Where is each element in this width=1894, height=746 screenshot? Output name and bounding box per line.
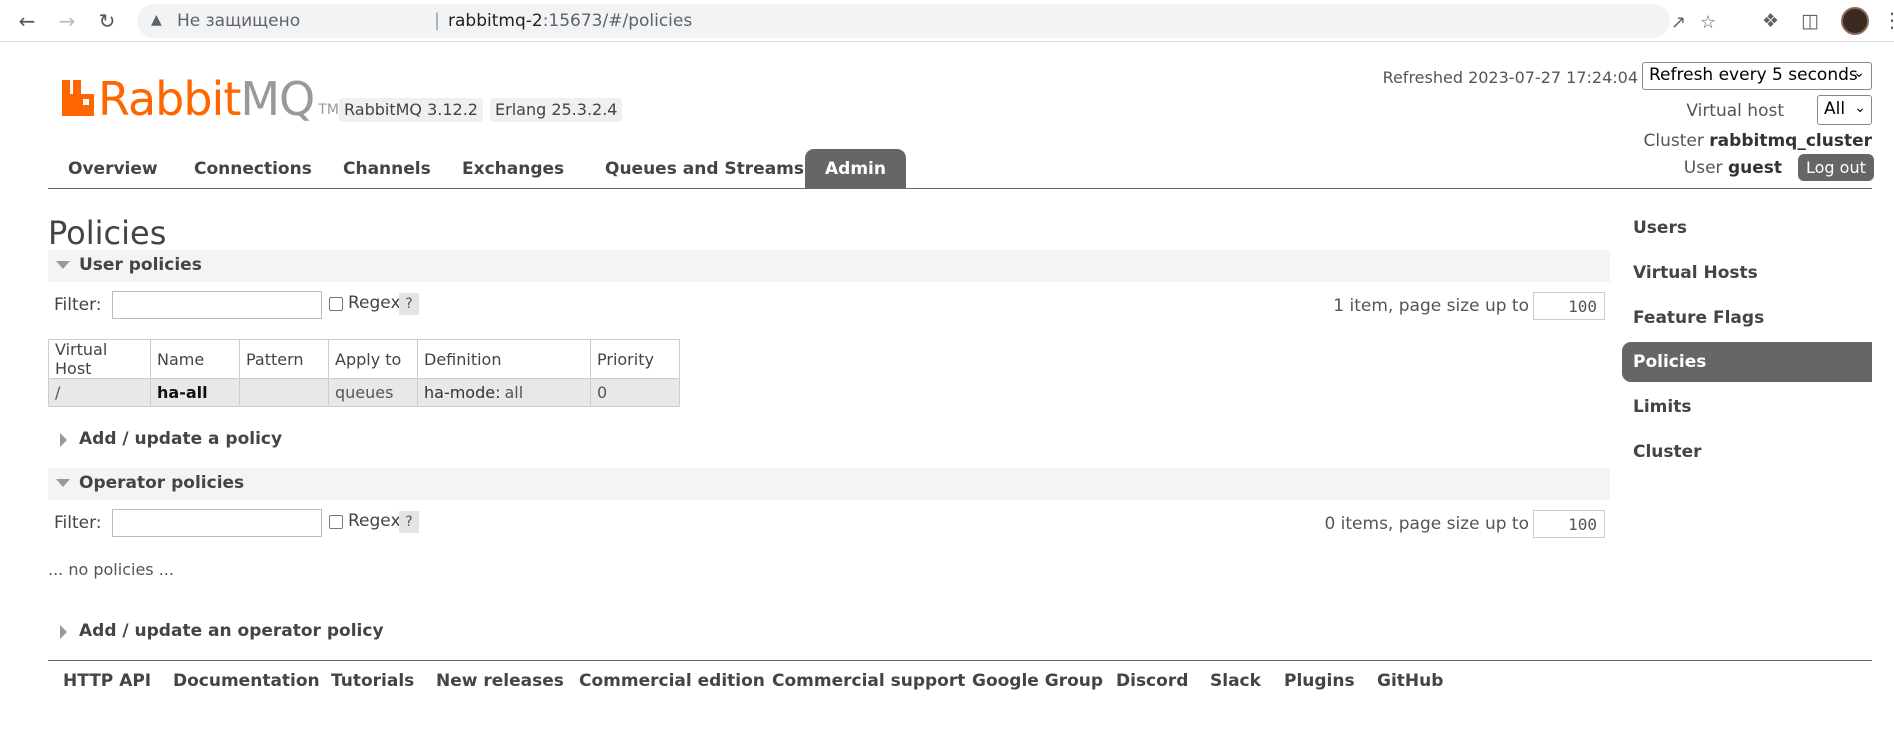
expanded-triangle-icon	[56, 479, 70, 487]
virtual-host-label: Virtual host	[1686, 101, 1784, 121]
url-text[interactable]: rabbitmq-2:15673/#/policies	[448, 11, 692, 31]
filter-label: Filter:	[54, 513, 102, 533]
cluster-name: rabbitmq_cluster	[1709, 131, 1872, 151]
side-panel-icon[interactable]: ◫	[1801, 10, 1819, 32]
warning-triangle-icon: ▲	[151, 12, 162, 28]
cell-definition: ha-mode: all	[417, 378, 591, 407]
user-policies-header[interactable]: User policies	[48, 250, 1610, 282]
bookmark-star-icon[interactable]: ☆	[1700, 12, 1716, 33]
tab-exchanges[interactable]: Exchanges	[442, 149, 584, 188]
filter-label: Filter:	[54, 295, 102, 315]
extensions-puzzle-icon[interactable]: ❖	[1762, 10, 1779, 32]
page-title: Policies	[48, 214, 167, 252]
footer-link-tutorials[interactable]: Tutorials	[331, 671, 414, 691]
item-count-label: 1 item, page size up to	[1333, 296, 1529, 316]
tab-channels[interactable]: Channels	[323, 149, 451, 188]
footer-link-google-group[interactable]: Google Group	[972, 671, 1103, 691]
tab-connections[interactable]: Connections	[174, 149, 332, 188]
operator-policies-regex-checkbox[interactable]	[329, 515, 343, 529]
footer-link-slack[interactable]: Slack	[1210, 671, 1261, 691]
profile-avatar[interactable]	[1841, 7, 1869, 35]
column-header[interactable]: Virtual Host	[48, 339, 151, 379]
virtual-host-select[interactable]: All ⌄	[1817, 95, 1872, 125]
column-header[interactable]: Definition	[417, 339, 591, 379]
sidebar-item-virtual-hosts[interactable]: Virtual Hosts	[1622, 253, 1872, 293]
item-count-label: 0 items, page size up to	[1324, 514, 1529, 534]
regex-help-button[interactable]: ?	[399, 293, 419, 315]
user-policies-filter-input[interactable]	[112, 291, 322, 319]
forward-arrow-icon[interactable]: →	[56, 10, 78, 32]
sidebar-item-users[interactable]: Users	[1622, 208, 1872, 248]
refresh-interval-select[interactable]: Refresh every 5 seconds ⌄	[1642, 62, 1872, 90]
regex-label: Regex	[348, 293, 401, 313]
user-policies-page-size-input[interactable]: 100	[1533, 292, 1605, 320]
sidebar-item-limits[interactable]: Limits	[1622, 387, 1872, 427]
table-header-row: Virtual Host Name Pattern Apply to Defin…	[48, 339, 680, 379]
footer-link-plugins[interactable]: Plugins	[1284, 671, 1355, 691]
operator-policies-page-size-input[interactable]: 100	[1533, 510, 1605, 538]
collapsed-triangle-icon	[60, 625, 67, 639]
security-label[interactable]: Не защищено	[177, 11, 300, 31]
footer-link-discord[interactable]: Discord	[1116, 671, 1188, 691]
back-arrow-icon[interactable]: ←	[16, 10, 38, 32]
refreshed-timestamp: Refreshed 2023-07-27 17:24:04	[1382, 68, 1638, 87]
footer-link-github[interactable]: GitHub	[1377, 671, 1443, 691]
logo-wordmark: RabbitMQ TM	[98, 72, 339, 126]
column-header[interactable]: Apply to	[328, 339, 418, 379]
operator-policies-filter-input[interactable]	[112, 509, 322, 537]
cell-pattern	[239, 378, 329, 407]
cell-vhost: /	[48, 378, 151, 407]
chevron-down-icon: ⌄	[1853, 65, 1865, 81]
footer-link-http-api[interactable]: HTTP API	[63, 671, 151, 691]
erlang-version-badge: Erlang 25.3.2.4	[490, 98, 623, 122]
footer-links: HTTP API Documentation Tutorials New rel…	[48, 660, 1872, 700]
column-header[interactable]: Name	[150, 339, 240, 379]
column-header[interactable]: Priority	[590, 339, 680, 379]
share-icon[interactable]: ↗	[1671, 12, 1686, 33]
sidebar-item-feature-flags[interactable]: Feature Flags	[1622, 298, 1872, 338]
address-bar[interactable]: ▲ Не защищено | rabbitmq-2:15673/#/polic…	[137, 4, 1716, 38]
column-header[interactable]: Pattern	[239, 339, 329, 379]
footer-link-new-releases[interactable]: New releases	[436, 671, 564, 691]
user-policies-regex-checkbox[interactable]	[329, 297, 343, 311]
tab-queues-and-streams[interactable]: Queues and Streams	[585, 149, 824, 188]
rabbitmq-version-badge: RabbitMQ 3.12.2	[339, 98, 483, 122]
browser-toolbar: ← → ↻ ▲ Не защищено | rabbitmq-2:15673/#…	[0, 0, 1894, 42]
policies-table: Virtual Host Name Pattern Apply to Defin…	[48, 339, 680, 407]
regex-label: Regex	[348, 511, 401, 531]
tab-overview[interactable]: Overview	[48, 149, 178, 188]
reload-icon[interactable]: ↻	[96, 10, 118, 32]
empty-policies-message: ... no policies ...	[48, 560, 174, 579]
operator-policies-header[interactable]: Operator policies	[48, 468, 1610, 500]
address-separator: |	[434, 10, 441, 31]
table-row[interactable]: / ha-all queues ha-mode: all 0	[48, 378, 680, 407]
sidebar-item-cluster[interactable]: Cluster	[1622, 432, 1872, 472]
chevron-down-icon: ⌄	[1854, 100, 1866, 116]
regex-help-button[interactable]: ?	[399, 511, 419, 533]
cluster-info: Cluster rabbitmq_cluster	[1643, 131, 1872, 151]
browser-menu-icon[interactable]: ⋮	[1882, 8, 1894, 32]
tab-admin[interactable]: Admin	[805, 149, 906, 188]
rabbitmq-logo-mark	[62, 80, 94, 116]
cell-policy-name[interactable]: ha-all	[150, 378, 240, 407]
sidebar-item-policies[interactable]: Policies	[1622, 342, 1872, 382]
cell-apply-to: queues	[328, 378, 418, 407]
footer-link-documentation[interactable]: Documentation	[173, 671, 320, 691]
expanded-triangle-icon	[56, 261, 70, 269]
main-tabs: Overview Connections Channels Exchanges …	[48, 149, 1872, 189]
footer-link-commercial-edition[interactable]: Commercial edition	[579, 671, 765, 691]
collapsed-triangle-icon	[60, 433, 67, 447]
footer-link-commercial-support[interactable]: Commercial support	[772, 671, 965, 691]
cell-priority: 0	[590, 378, 680, 407]
